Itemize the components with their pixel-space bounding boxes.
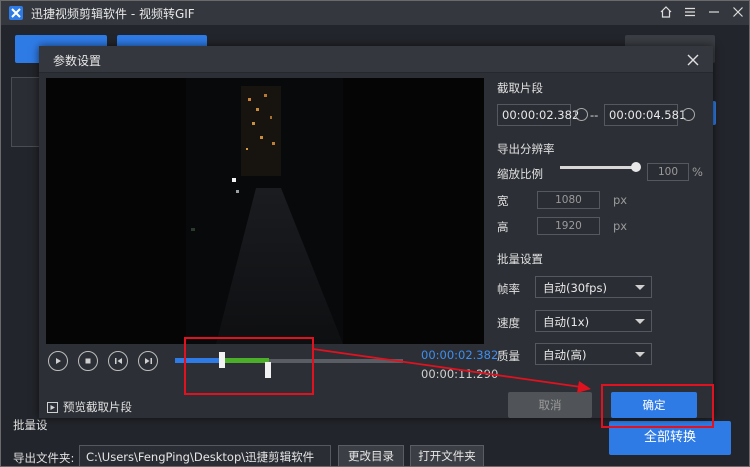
app-window: 迅捷视频剪辑软件 - 视频转GIF 批量设 导出文件夹: C:\Users\Fe…: [0, 0, 750, 467]
annotation-arrow-icon: [312, 348, 591, 393]
